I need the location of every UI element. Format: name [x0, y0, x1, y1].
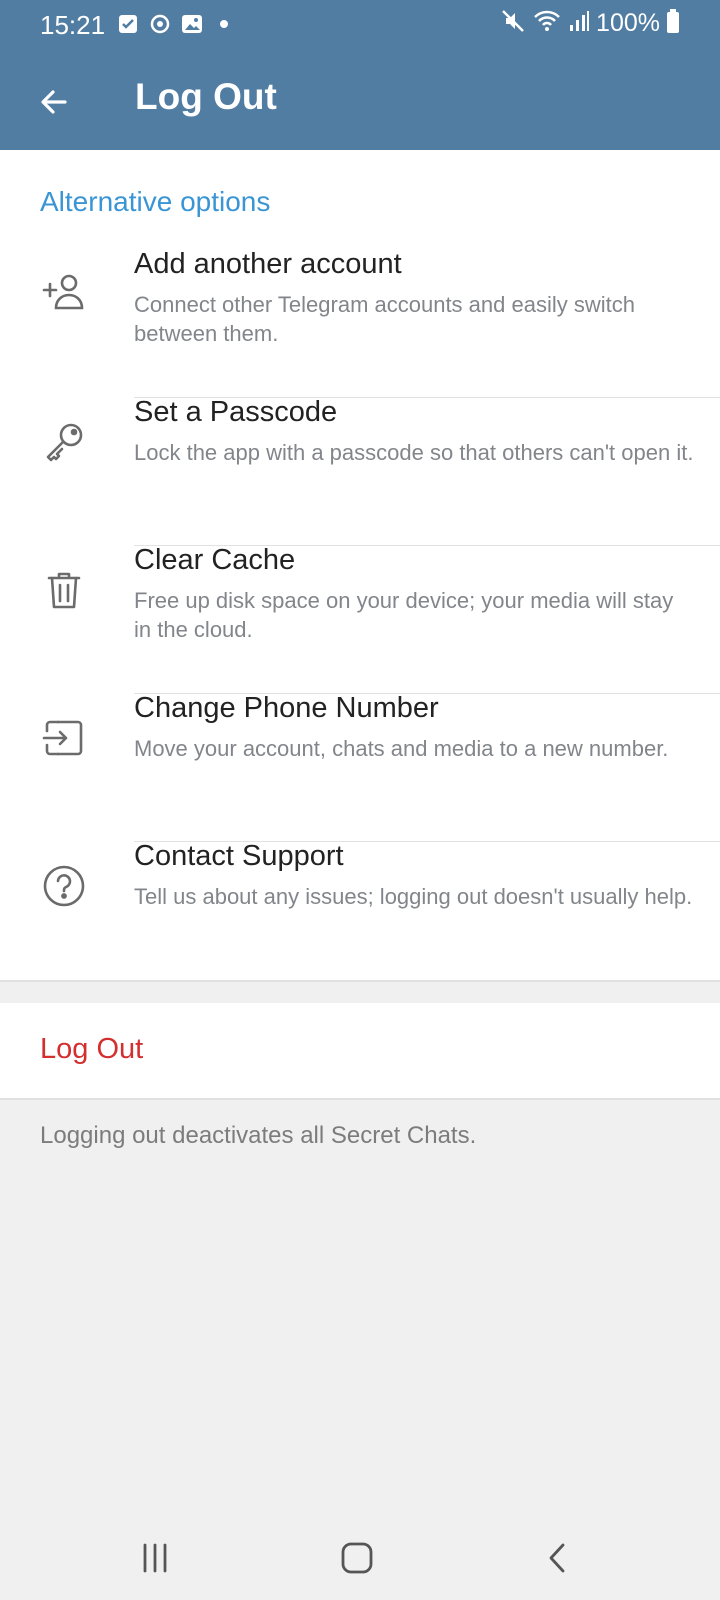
key-icon: [38, 416, 90, 468]
option-description: Free up disk space on your device; your …: [134, 588, 674, 642]
arrow-left-icon: [41, 90, 67, 114]
option-contact-support[interactable]: Contact Support Tell us about any issues…: [0, 840, 720, 990]
system-nav-bar: [0, 1500, 720, 1600]
sync-notif-icon: [148, 12, 172, 36]
switch-number-icon: [38, 712, 90, 764]
back-button[interactable]: [26, 74, 82, 130]
option-description: Tell us about any issues; logging out do…: [134, 884, 693, 909]
image-notif-icon: [180, 12, 204, 36]
option-title: Clear Cache: [134, 544, 296, 576]
alternative-options-card: Alternative options Add another account …: [0, 150, 720, 980]
option-title: Add another account: [134, 248, 402, 280]
recent-apps-icon: [143, 1543, 167, 1573]
wifi-icon: [532, 8, 562, 39]
secret-chats-note: Logging out deactivates all Secret Chats…: [40, 1122, 477, 1149]
mute-icon: [500, 8, 526, 39]
page-title: Log Out: [135, 76, 277, 117]
app-bar: Log Out: [0, 52, 720, 150]
card-shadow: [0, 980, 720, 982]
option-title: Set a Passcode: [134, 396, 338, 428]
recent-apps-button[interactable]: [125, 1528, 185, 1588]
battery-percent: 100%: [596, 9, 660, 37]
option-title: Contact Support: [134, 840, 344, 872]
section-header: Alternative options: [40, 186, 271, 217]
dot-icon: [212, 12, 236, 36]
notification-icons: [116, 12, 236, 36]
option-title: Change Phone Number: [134, 692, 439, 724]
logout-shadow: [0, 1098, 720, 1100]
home-icon: [341, 1542, 373, 1574]
status-bar: 15:21 100%: [0, 0, 720, 52]
signal-icon: [568, 9, 590, 38]
add-user-icon: [38, 268, 90, 320]
trash-icon: [38, 564, 90, 616]
option-change-phone-number[interactable]: Change Phone Number Move your account, c…: [0, 692, 720, 842]
option-description: Lock the app with a passcode so that oth…: [134, 440, 694, 465]
status-time: 15:21: [40, 10, 106, 40]
screen: 15:21 100% Log Out Alternative options A…: [0, 0, 720, 1600]
logout-button[interactable]: Log Out: [0, 1003, 720, 1098]
option-description: Move your account, chats and media to a …: [134, 736, 669, 761]
back-nav-button[interactable]: [528, 1528, 588, 1588]
back-chevron-icon: [549, 1543, 565, 1573]
battery-icon: [666, 8, 680, 39]
logout-label: Log Out: [40, 1033, 144, 1065]
home-button[interactable]: [327, 1528, 387, 1588]
option-description: Connect other Telegram accounts and easi…: [134, 292, 635, 346]
status-right: 100%: [500, 8, 680, 39]
option-add-account[interactable]: Add another account Connect other Telegr…: [0, 248, 720, 398]
option-clear-cache[interactable]: Clear Cache Free up disk space on your d…: [0, 544, 720, 694]
checkbox-notif-icon: [116, 12, 140, 36]
help-icon: [38, 860, 90, 912]
option-set-passcode[interactable]: Set a Passcode Lock the app with a passc…: [0, 396, 720, 546]
